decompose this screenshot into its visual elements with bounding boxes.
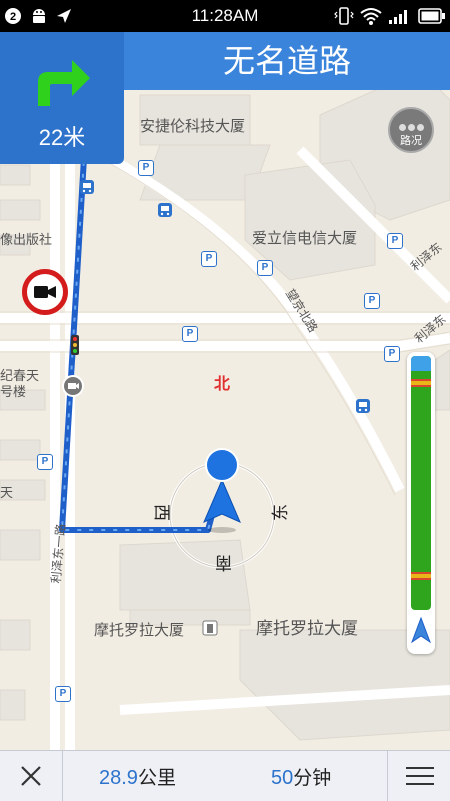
turn-instruction-panel[interactable]: 22米 — [0, 32, 124, 164]
battery-icon — [418, 8, 445, 24]
signal-icon — [389, 10, 407, 24]
map-label-anjelun: 安捷伦科技大厦 — [140, 117, 246, 135]
completed-route-segment — [411, 356, 431, 371]
bus-stop-icon — [356, 399, 370, 413]
map-label-aixinxin: 爱立信电信大厦 — [252, 229, 358, 247]
compass-west-label: 西 — [151, 504, 171, 521]
bus-stop-icon — [158, 203, 172, 217]
road-name-banner: 无名道路 — [124, 32, 450, 90]
parking-icon: P — [387, 233, 403, 249]
traffic-toggle-label: 路况 — [400, 134, 422, 147]
parking-icon: P — [257, 260, 273, 276]
parking-icon: P — [37, 454, 53, 470]
map-label-motorola-big: 摩托罗拉大厦 — [256, 619, 358, 639]
compass-south-label: 南 — [215, 552, 232, 572]
speed-camera-warning — [22, 269, 68, 315]
map-canvas[interactable] — [0, 90, 450, 750]
remaining-time: 50分钟 — [271, 763, 331, 790]
parking-icon: P — [138, 160, 154, 176]
traffic-light-icon — [71, 335, 79, 355]
bus-stop-icon — [80, 180, 94, 194]
status-bar: 2 11:28AM — [0, 0, 450, 32]
camera-icon — [34, 286, 56, 298]
vibrate-icon — [334, 7, 354, 25]
status-time: 11:28AM — [191, 6, 259, 25]
parking-icon: P — [182, 326, 198, 342]
parking-icon: P — [55, 686, 71, 702]
bottom-bar: 28.9公里 50分钟 — [0, 750, 450, 801]
traffic-toggle-button[interactable]: 路况 — [388, 107, 434, 153]
traffic-status-track — [411, 356, 431, 610]
turn-right-arrow-icon — [38, 60, 90, 106]
compass-north-label: 北 — [214, 374, 231, 393]
turn-distance: 22米 — [38, 125, 86, 150]
remaining-distance: 28.9公里 — [99, 763, 176, 790]
exit-navigation-button[interactable] — [0, 751, 63, 801]
map-view[interactable]: 北 西 东 南 安捷伦科技大厦 爱立信电信大厦 像出版社 纪春天 号楼 天 望京… — [0, 90, 450, 750]
remaining-distance-unit: 公里 — [137, 767, 176, 789]
traffic-jam-segment — [411, 379, 431, 387]
route-camera-icon — [62, 375, 84, 397]
remaining-distance-value: 28.9 — [99, 767, 138, 789]
parking-icon: P — [364, 293, 380, 309]
remaining-time-unit: 分钟 — [293, 767, 332, 789]
route-progress-bar — [407, 352, 435, 654]
menu-button[interactable] — [387, 751, 450, 801]
parking-icon: P — [384, 346, 400, 362]
map-label-chubanshe: 像出版社 — [0, 233, 53, 248]
map-label-haolou: 号楼 — [0, 385, 27, 400]
building-icon — [202, 620, 218, 636]
hamburger-menu-icon — [406, 767, 434, 785]
remaining-time-value: 50 — [271, 767, 294, 789]
map-label-tian: 天 — [0, 486, 14, 501]
vehicle-position-icon — [411, 616, 431, 644]
parking-icon: P — [201, 251, 217, 267]
close-icon — [21, 766, 41, 786]
traffic-jam-segment — [411, 572, 431, 580]
map-label-motorola-small: 摩托罗拉大厦 — [94, 621, 185, 639]
compass-east-label: 东 — [271, 504, 291, 521]
wifi-icon — [360, 8, 382, 25]
